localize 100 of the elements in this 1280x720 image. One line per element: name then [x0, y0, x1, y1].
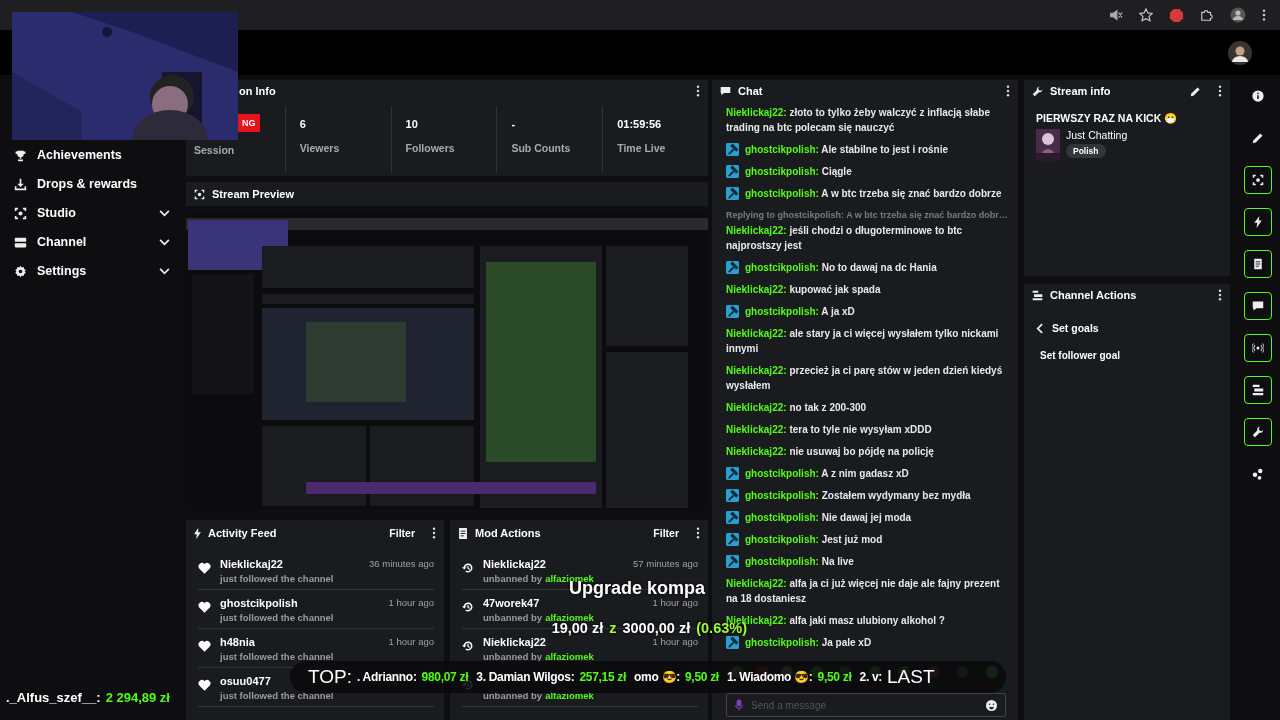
hammer-badge-icon [726, 187, 739, 200]
capture-icon [1252, 174, 1264, 186]
username: h48nia [220, 635, 255, 648]
heart-icon [198, 640, 211, 652]
chat-message: ghostcikpolish: A z nim gadasz xD [745, 467, 910, 481]
toolbar-button[interactable] [1244, 334, 1272, 362]
more-icon[interactable] [696, 527, 700, 539]
donor-name: 1. Wiadomo 😎: [726, 670, 813, 684]
back-link[interactable]: Set goals [1036, 322, 1218, 334]
more-icon[interactable] [1006, 85, 1010, 97]
chat-message: ghostcikpolish: Zostałem wydymany bez mydła [745, 489, 972, 503]
chevron-left-icon [1036, 322, 1043, 334]
toolbar-button[interactable] [1244, 376, 1272, 404]
goal-target: 3000,00 zł [622, 620, 691, 636]
hammer-badge-icon [726, 165, 739, 178]
undo-clock-icon [462, 562, 474, 574]
sidebar-item[interactable]: Achievements [14, 145, 170, 165]
sidebar-item[interactable]: Studio [14, 203, 170, 223]
donation-amount: 980,07 zł [421, 670, 469, 684]
category-name[interactable]: Just Chatting [1066, 129, 1128, 141]
panel-title: Stream Preview [212, 188, 294, 200]
message-input[interactable]: Send a message [751, 699, 978, 711]
toolbar-button[interactable] [1244, 418, 1272, 446]
timestamp: 57 minutes ago [633, 558, 698, 569]
hammer-badge-icon [726, 489, 739, 502]
toolbar-button[interactable] [1244, 292, 1272, 320]
info-icon [1252, 90, 1264, 102]
timestamp: 1 hour ago [652, 636, 698, 647]
action-text: unbanned by [483, 651, 543, 662]
username: Nieklickaj22 [220, 557, 283, 570]
chat-message: ghostcikpolish: Jest już mod [745, 533, 884, 547]
filter-button[interactable]: Filter [389, 527, 415, 539]
stat-value: - [511, 118, 517, 130]
pencil-icon[interactable] [1190, 85, 1201, 97]
speech-bubble-icon [1252, 300, 1264, 312]
hammer-badge-icon [726, 533, 739, 546]
filter-button[interactable]: Filter [653, 527, 679, 539]
goal-separator: z [609, 620, 617, 636]
more-icon[interactable] [1262, 8, 1266, 22]
heart-icon [198, 679, 211, 691]
hammer-badge-icon [726, 555, 739, 568]
more-icon[interactable] [1218, 289, 1222, 301]
emoji-icon[interactable] [986, 699, 997, 711]
hammer-badge-icon [726, 511, 739, 524]
avatar[interactable] [1228, 40, 1252, 65]
donor-name: omo 😎: [634, 670, 680, 684]
username: 47worek47 [483, 596, 540, 609]
microphone-icon[interactable] [735, 699, 743, 711]
wrench-icon [1252, 426, 1264, 438]
donor-name: . Adrianno: [357, 670, 417, 684]
lightning-icon [194, 527, 201, 539]
goal-amount: 19,00 zł [551, 620, 604, 636]
more-icon[interactable] [696, 85, 700, 97]
toolbar-button[interactable] [1244, 250, 1272, 278]
menu-item[interactable]: Set follower goal [1040, 350, 1214, 361]
stat-value: 10 [405, 118, 419, 130]
panel-title: Chat [738, 85, 763, 97]
chat-message: ghostcikpolish: Ale stabilne to jest i rośnie [745, 143, 949, 157]
panel-title: Mod Actions [475, 527, 541, 539]
reply-preview: Replying to ghostcikpolish: A w btc trzeba się znać bardzo dobr… [726, 209, 1006, 222]
donation-amount: 9,50 zł [684, 670, 719, 684]
username: osuu0477 [220, 674, 271, 687]
mute-icon[interactable] [1109, 8, 1123, 22]
stat-label: Followers [405, 142, 456, 154]
live-badge: NG [238, 114, 260, 132]
stop-sign-icon[interactable] [1169, 7, 1184, 23]
username: ghostcikpolish [220, 596, 298, 609]
profile-icon[interactable] [1230, 7, 1246, 23]
trophy-icon [14, 148, 27, 162]
sidebar-item[interactable]: Channel [14, 232, 170, 252]
stat-label: Viewers [299, 142, 341, 154]
moderator-name[interactable]: alfaziomek [545, 612, 594, 623]
chat-message: Nieklickaj22: jeśli chodzi o długoterminowe to btc najprostszy jest [726, 224, 964, 253]
sidebar-item[interactable]: Drops & rewards [14, 174, 170, 194]
donation-amount: 9,50 zł [817, 670, 852, 684]
channel-icon [14, 235, 27, 249]
star-icon[interactable] [1139, 8, 1153, 22]
chat-message: ghostcikpolish: Ciągle [745, 165, 853, 179]
donor-name: 2. v: [859, 670, 883, 684]
timestamp: 1 hour ago [388, 636, 434, 647]
puzzle-icon[interactable] [1200, 8, 1214, 22]
heart-icon [198, 562, 211, 574]
download-tray-icon [14, 177, 27, 191]
toolbar-button[interactable] [1244, 208, 1272, 236]
chat-message: Nieklickaj22: tera to tyle nie wysyłam xDDD [726, 423, 933, 437]
more-icon[interactable] [1218, 85, 1222, 97]
moderator-name[interactable]: alfaziomek [545, 651, 594, 662]
sidebar-item[interactable]: Settings [14, 261, 170, 281]
chat-message: Nieklickaj22: no tak z 200-300 [726, 401, 868, 415]
toolbar-button[interactable] [1244, 166, 1272, 194]
stream-title: PIERWSZY RAZ NA KICK 😷 [1036, 112, 1179, 125]
gear-icon [14, 264, 27, 278]
message-field[interactable]: Send a message [726, 693, 1006, 717]
panel-title: Stream info [1050, 85, 1111, 97]
chat-message: ghostcikpolish: A w btc trzeba się znać bardzo dobrze [745, 187, 1003, 201]
moderator-name[interactable]: alfaziomek [545, 690, 594, 701]
chat-message: ghostcikpolish: Nie dawaj jej moda [745, 511, 913, 525]
activity-text: just followed the channel [220, 690, 335, 701]
more-icon[interactable] [432, 527, 436, 539]
timestamp: 1 hour ago [652, 597, 698, 608]
